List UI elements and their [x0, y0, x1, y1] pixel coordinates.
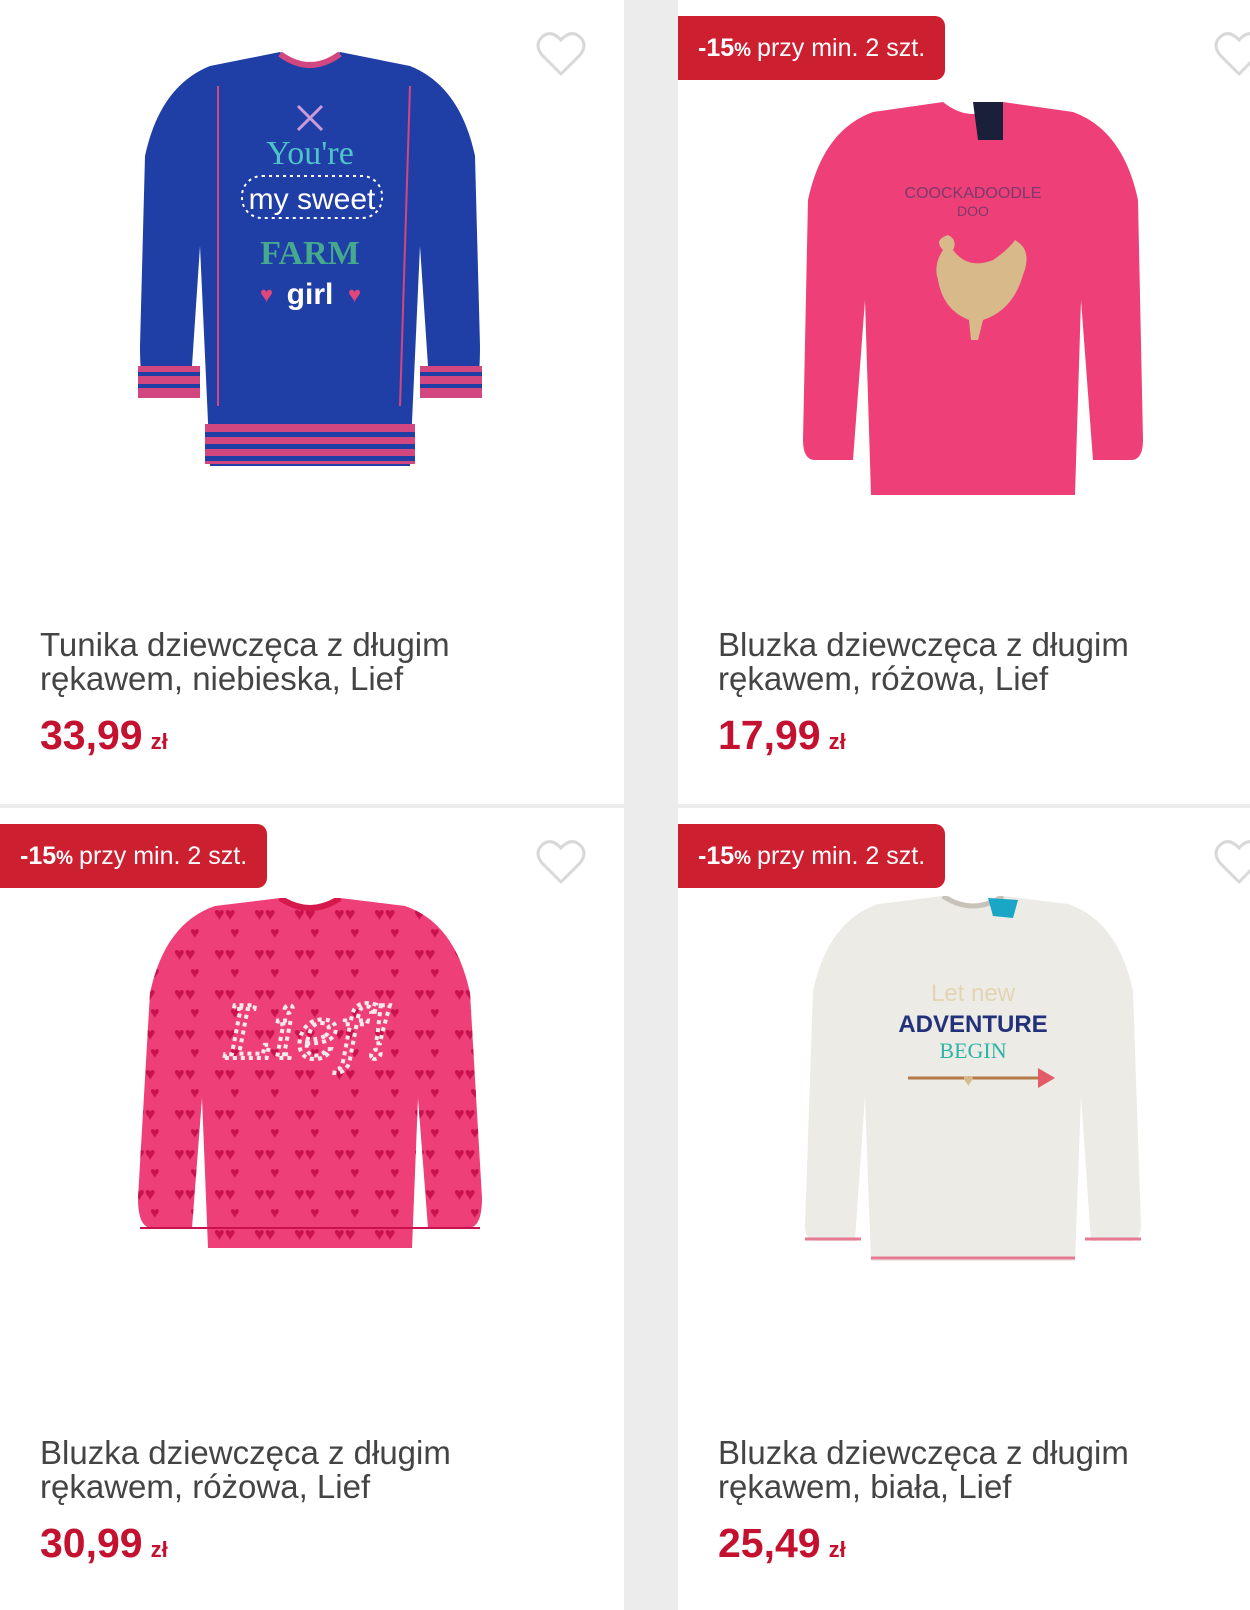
badge-percent: -15% [698, 841, 752, 870]
svg-text:♥: ♥ [260, 282, 273, 307]
print-text: DOO [957, 203, 989, 219]
price-currency: zł [150, 1537, 168, 1562]
print-text: Lief! [223, 991, 394, 1075]
price-amount: 33,99 [40, 712, 143, 758]
product-image[interactable]: ♥♥ ♥ Lief! [0, 808, 624, 1408]
wishlist-heart-icon[interactable] [536, 838, 586, 886]
product-card[interactable]: COOCKADOODLE DOO -15% przy min. 2 szt. B… [678, 0, 1250, 804]
promo-badge: -15% przy min. 2 szt. [678, 824, 946, 888]
badge-text: przy min. 2 szt. [79, 841, 248, 870]
price-amount: 17,99 [718, 712, 821, 758]
product-image[interactable]: COOCKADOODLE DOO [678, 0, 1250, 600]
product-grid: You're my sweet FARM girl ♥ ♥ Tunika dzi… [0, 0, 1250, 1610]
pink-rooster-shirt-image: COOCKADOODLE DOO [803, 102, 1143, 495]
product-card[interactable]: ♥♥ ♥ Lief! -15% przy min. 2 szt. Bluzka … [0, 808, 624, 1610]
svg-text:♥: ♥ [963, 1070, 974, 1090]
print-text: FARM [260, 235, 359, 272]
price-currency: zł [828, 1537, 846, 1562]
wishlist-heart-icon[interactable] [1214, 838, 1250, 886]
promo-badge: -15% przy min. 2 szt. [0, 824, 268, 888]
product-title[interactable]: Bluzka dziewczęca z długim rękawem, różo… [40, 1436, 560, 1504]
print-text: ADVENTURE [898, 1011, 1047, 1038]
promo-badge: -15% przy min. 2 szt. [678, 16, 946, 80]
pink-hearts-shirt-image: ♥♥ ♥ Lief! [138, 898, 482, 1248]
print-text: my sweet [249, 183, 376, 216]
product-card[interactable]: You're my sweet FARM girl ♥ ♥ Tunika dzi… [0, 0, 624, 804]
product-card[interactable]: Let new ADVENTURE BEGIN ♥ -15% przy min.… [678, 808, 1250, 1610]
svg-text:♥: ♥ [348, 282, 361, 307]
price-currency: zł [828, 729, 846, 754]
price-currency: zł [150, 729, 168, 754]
print-text: BEGIN [939, 1038, 1006, 1063]
badge-text: przy min. 2 szt. [757, 33, 926, 62]
badge-percent: -15% [698, 33, 752, 62]
product-price: 33,99 zł [40, 712, 168, 759]
price-amount: 25,49 [718, 1520, 821, 1566]
price-amount: 30,99 [40, 1520, 143, 1566]
product-image[interactable]: You're my sweet FARM girl ♥ ♥ [0, 0, 624, 600]
product-title[interactable]: Bluzka dziewczęca z długim rękawem, różo… [718, 628, 1238, 696]
product-image[interactable]: Let new ADVENTURE BEGIN ♥ [678, 808, 1250, 1408]
product-price: 30,99 zł [40, 1520, 168, 1567]
product-title[interactable]: Tunika dziewczęca z długim rękawem, nieb… [40, 628, 560, 696]
product-price: 25,49 zł [718, 1520, 846, 1567]
blue-tunic-image: You're my sweet FARM girl ♥ ♥ [138, 51, 482, 466]
wishlist-heart-icon[interactable] [1214, 30, 1250, 78]
print-text: COOCKADOODLE [905, 185, 1042, 202]
print-text: girl [287, 278, 334, 311]
print-text: Let new [931, 980, 1016, 1007]
badge-text: przy min. 2 szt. [757, 841, 926, 870]
wishlist-heart-icon[interactable] [536, 30, 586, 78]
white-adventure-shirt-image: Let new ADVENTURE BEGIN ♥ [805, 896, 1141, 1261]
product-price: 17,99 zł [718, 712, 846, 759]
print-text: You're [266, 135, 354, 172]
product-title[interactable]: Bluzka dziewczęca z długim rękawem, biał… [718, 1436, 1238, 1504]
badge-percent: -15% [20, 841, 74, 870]
